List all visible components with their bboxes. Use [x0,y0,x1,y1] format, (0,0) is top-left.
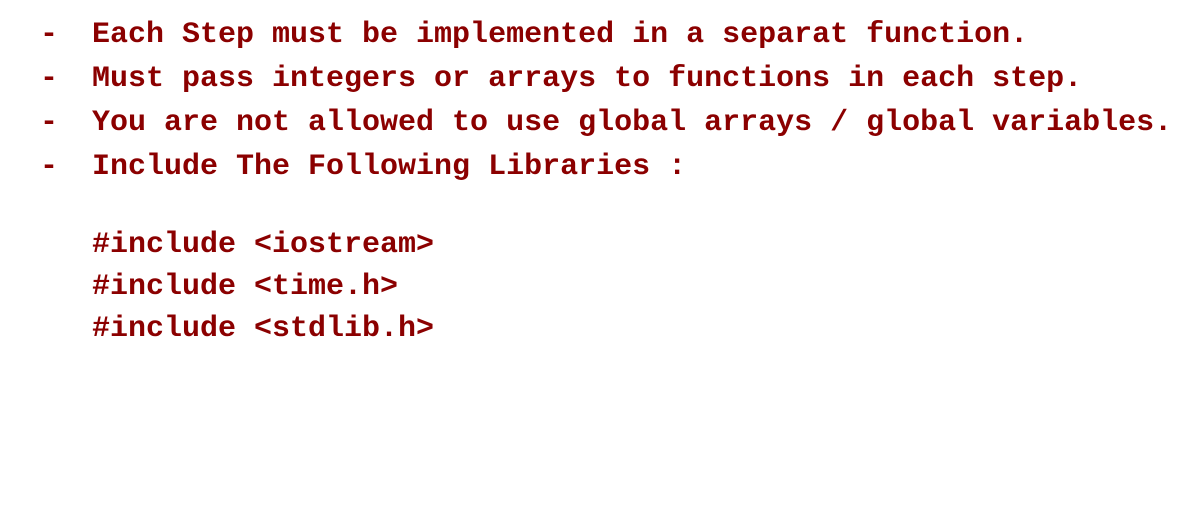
bullet-text: Each Step must be implemented in a separ… [92,14,1180,56]
bullet-item: - Include The Following Libraries : [40,146,1180,188]
bullet-marker: - [40,58,92,100]
bullet-marker: - [40,14,92,56]
bullet-marker: - [40,102,92,144]
bullet-marker: - [40,146,92,188]
bullet-item: - Each Step must be implemented in a sep… [40,14,1180,56]
bullet-text: Must pass integers or arrays to function… [92,58,1180,100]
bullet-item: - You are not allowed to use global arra… [40,102,1180,144]
bullet-text: Include The Following Libraries : [92,146,1180,188]
code-line: #include <iostream> [92,224,1180,266]
code-block: #include <iostream> #include <time.h> #i… [92,224,1180,350]
code-line: #include <time.h> [92,266,1180,308]
code-line: #include <stdlib.h> [92,308,1180,350]
bullet-item: - Must pass integers or arrays to functi… [40,58,1180,100]
bullet-text: You are not allowed to use global arrays… [92,102,1180,144]
